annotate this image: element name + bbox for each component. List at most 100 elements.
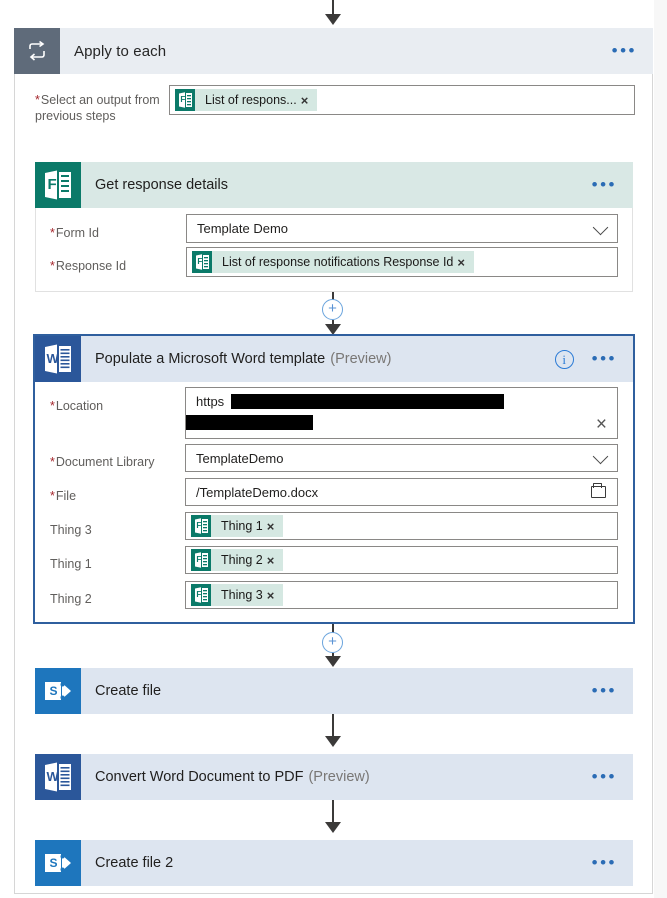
loop-icon (14, 28, 60, 74)
sharepoint-icon: S (35, 668, 81, 714)
action-title: Convert Word Document to PDF (95, 769, 304, 785)
required-asterisk: * (50, 226, 55, 240)
field-label-thing-3: Thing 3 (50, 523, 92, 537)
token-remove-button[interactable]: × (267, 588, 284, 603)
connector-arrow-top (325, 14, 341, 25)
field-label-file: *File (50, 489, 77, 503)
token-pill[interactable]: F Thing 3 × (191, 584, 284, 606)
folder-picker-icon[interactable] (591, 483, 606, 498)
field-label-thing-2: Thing 2 (50, 592, 92, 606)
apply-to-each-menu-button[interactable]: ••• (612, 42, 637, 59)
token-remove-button[interactable]: × (267, 553, 284, 568)
page-gutter (654, 0, 667, 898)
field-document-library[interactable]: TemplateDemo (185, 444, 618, 472)
clear-location-button[interactable]: × (596, 415, 607, 434)
action-header-get-response-details[interactable]: F Get response details ••• (35, 162, 633, 208)
add-step-button[interactable]: + (322, 632, 343, 653)
action-title: Create file (95, 683, 162, 699)
svg-text:F: F (180, 95, 185, 104)
connector-arrow-2 (325, 656, 341, 667)
field-response-id[interactable]: F List of response notifications Respons… (186, 247, 618, 277)
word-icon: W (35, 336, 81, 382)
required-asterisk: * (50, 259, 55, 273)
token-remove-button[interactable]: × (301, 93, 318, 108)
scope-input-field[interactable]: F List of respons... × (169, 85, 635, 115)
token-label: List of response notifications Response … (222, 255, 454, 269)
forms-icon: F (175, 89, 195, 111)
chevron-down-icon[interactable] (592, 219, 609, 235)
add-step-button[interactable]: + (322, 299, 343, 320)
required-asterisk: * (50, 399, 55, 413)
action-card-create-file-2[interactable]: S Create file 2 ••• (35, 840, 633, 886)
action-menu-button[interactable]: ••• (592, 350, 617, 367)
token-label: Thing 3 (221, 588, 263, 602)
field-value-file: /TemplateDemo.docx (196, 484, 319, 500)
token-pill[interactable]: F Thing 1 × (191, 515, 284, 537)
scope-input-label: *Select an output from previous steps (35, 93, 160, 123)
required-asterisk: * (50, 489, 55, 503)
forms-icon: F (191, 549, 211, 571)
token-label: Thing 1 (221, 519, 263, 533)
svg-text:W: W (47, 351, 60, 366)
flow-designer-canvas: Apply to each ••• *Select an output from… (0, 0, 667, 898)
apply-to-each-title: Apply to each (74, 42, 167, 60)
action-card-convert-word-to-pdf[interactable]: W Convert Word Document to PDF (Preview)… (35, 754, 633, 800)
info-icon[interactable]: i (554, 349, 574, 369)
token-remove-button[interactable]: × (457, 255, 474, 270)
apply-to-each-header[interactable]: Apply to each ••• (14, 28, 653, 74)
connector-line-4 (332, 800, 334, 824)
svg-text:F: F (196, 590, 201, 599)
token-pill[interactable]: F Thing 2 × (191, 549, 284, 571)
field-label-form-id: *Form Id (50, 226, 99, 240)
field-file[interactable]: /TemplateDemo.docx (185, 478, 618, 506)
action-title: Get response details (95, 177, 228, 193)
required-asterisk: * (35, 93, 40, 107)
field-label-location: *Location (50, 399, 104, 413)
action-header-populate-word-template[interactable]: W Populate a Microsoft Word template (Pr… (35, 336, 633, 382)
svg-text:F: F (196, 555, 201, 564)
action-preview-tag: (Preview) (308, 769, 370, 785)
sharepoint-icon: S (35, 840, 81, 886)
svg-text:S: S (50, 684, 58, 698)
token-label: List of respons... (205, 93, 297, 107)
action-title: Populate a Microsoft Word template (95, 351, 326, 367)
action-menu-button[interactable]: ••• (592, 768, 617, 785)
token-remove-button[interactable]: × (267, 519, 284, 534)
field-thing-1[interactable]: F Thing 2 × (185, 546, 618, 574)
token-pill[interactable]: F List of response notifications Respons… (192, 251, 474, 273)
svg-text:F: F (197, 257, 202, 266)
connector-arrow-3 (325, 736, 341, 747)
redaction-bar-2 (186, 415, 313, 430)
action-menu-button[interactable]: ••• (592, 176, 617, 193)
action-card-get-response-details: F Get response details ••• (35, 162, 633, 208)
required-asterisk: * (50, 455, 55, 469)
forms-icon: F (191, 515, 211, 537)
connector-arrow-4 (325, 822, 341, 833)
forms-icon: F (191, 584, 211, 606)
svg-text:W: W (47, 769, 60, 784)
forms-icon: F (192, 251, 212, 273)
field-value-location: https (196, 394, 225, 409)
field-value-document-library: TemplateDemo (196, 450, 284, 466)
scope-input-label-wrap: *Select an output from previous steps (35, 88, 185, 124)
token-pill[interactable]: F List of respons... × (175, 89, 318, 111)
action-menu-button[interactable]: ••• (592, 682, 617, 699)
field-label-response-id: *Response Id (50, 259, 127, 273)
word-icon: W (35, 754, 81, 800)
field-label-document-library: *Document Library (50, 455, 155, 469)
action-title: Create file 2 (95, 855, 174, 871)
svg-text:F: F (48, 176, 57, 193)
connector-line-3 (332, 714, 334, 738)
action-menu-button[interactable]: ••• (592, 854, 617, 871)
field-label-thing-1: Thing 1 (50, 557, 92, 571)
field-location[interactable]: https × (185, 387, 618, 439)
field-thing-3[interactable]: F Thing 1 × (185, 512, 618, 540)
field-form-id[interactable]: Template Demo (186, 214, 618, 243)
action-preview-tag: (Preview) (330, 351, 392, 367)
chevron-down-icon[interactable] (592, 448, 609, 465)
token-label: Thing 2 (221, 553, 263, 567)
action-card-create-file[interactable]: S Create file ••• (35, 668, 633, 714)
field-thing-2[interactable]: F Thing 3 × (185, 581, 618, 609)
svg-text:S: S (50, 856, 58, 870)
field-value-form-id: Template Demo (197, 221, 289, 236)
